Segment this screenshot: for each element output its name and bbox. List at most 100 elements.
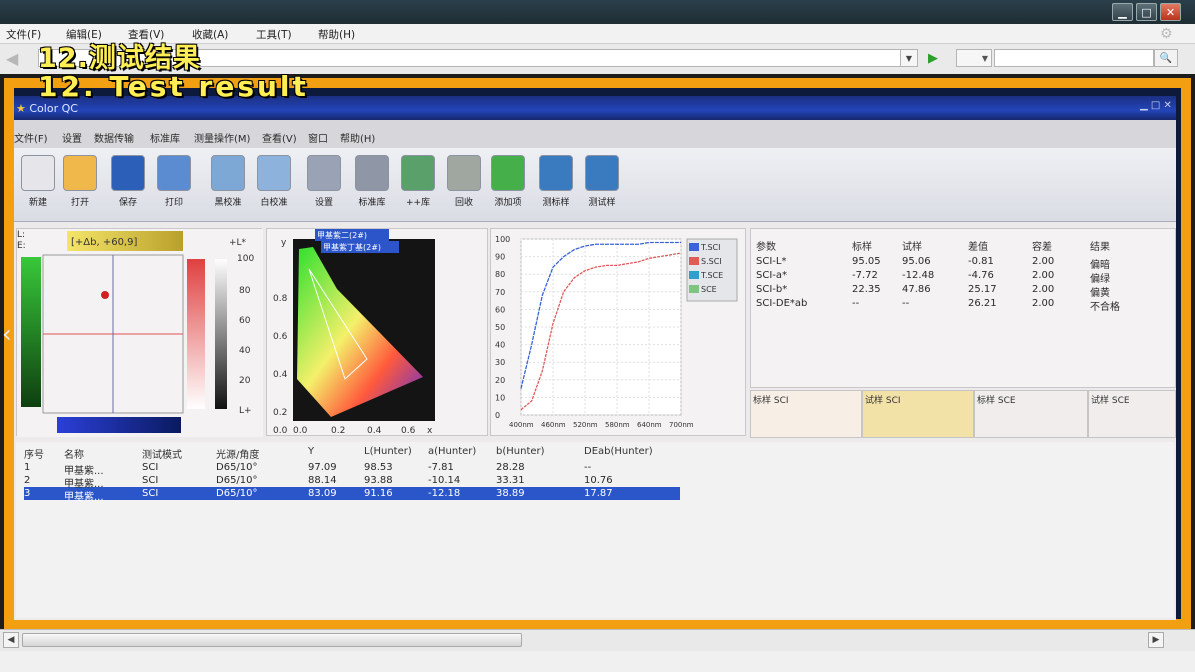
close-button[interactable]: ✕ [1160, 3, 1181, 21]
search-engine-dropdown[interactable]: ▼ [956, 49, 992, 67]
results-cell[interactable]: 1 [24, 462, 30, 473]
app-menu-help[interactable]: 帮助(H) [340, 130, 375, 145]
left-chevron-icon[interactable]: ‹ [2, 320, 12, 348]
results-cell[interactable]: 10.76 [584, 475, 613, 486]
lab-color-panel: [+Δb, +60,9] L: E: +L* 100 80 60 40 20 L… [16, 228, 263, 437]
x-tick-label: 580nm [605, 421, 630, 429]
x-tick-label: 400nm [509, 421, 534, 429]
lab-sample-point [101, 291, 109, 299]
results-cell[interactable]: SCI [142, 475, 158, 486]
results-cell[interactable]: 88.14 [308, 475, 337, 486]
results-cell[interactable]: SCI [142, 488, 158, 499]
diff-cell: 95.05 [852, 256, 881, 267]
results-cell[interactable]: 91.16 [364, 488, 393, 499]
results-cell[interactable]: D65/10° [216, 462, 258, 473]
toolbar-button-8[interactable]: 标准库 [352, 155, 392, 217]
results-cell[interactable]: -- [584, 462, 591, 473]
results-cell[interactable]: 3 [24, 488, 30, 499]
back-arrow-icon[interactable]: ◀ [6, 49, 30, 68]
diff-cell: 22.35 [852, 284, 881, 295]
results-cell[interactable]: -10.14 [428, 475, 460, 486]
diff-cell: 偏黄 [1090, 288, 1110, 299]
toolbar-button-7[interactable]: 设置 [304, 155, 344, 217]
minimize-button[interactable]: ▁ [1112, 3, 1133, 21]
scroll-right-icon[interactable]: ▶ [1148, 632, 1164, 648]
search-icon[interactable]: 🔍 [1154, 49, 1178, 67]
legend-swatch [689, 257, 699, 265]
app-menu-view[interactable]: 查看(V) [262, 130, 297, 145]
toolbar-button-12[interactable]: 测标样 [536, 155, 576, 217]
menu-help[interactable]: 帮助(H) [318, 27, 355, 42]
menu-file[interactable]: 文件(F) [6, 27, 41, 42]
app-menu-measure[interactable]: 测量操作(M) [194, 130, 250, 145]
toolbar-button-11[interactable]: 添加项 [488, 155, 528, 217]
toolbar-button-1[interactable]: 新建 [18, 155, 58, 217]
diff-cell: 2.00 [1032, 284, 1055, 295]
diff-cell: -- [852, 298, 860, 309]
maximize-button[interactable]: □ [1136, 3, 1157, 21]
results-cell[interactable]: 2 [24, 475, 30, 486]
app-menu-transfer[interactable]: 数据传输 [94, 130, 134, 145]
color-swatch: 试样 SCE [1088, 390, 1176, 438]
results-cell[interactable]: 38.89 [496, 488, 525, 499]
lab-scale-60: 60 [239, 316, 251, 326]
toolbar-button-3[interactable]: 保存 [108, 155, 148, 217]
lab-scale-l: L+ [239, 406, 252, 416]
toolbar-button-6[interactable]: 白校准 [254, 155, 294, 217]
caption-english: 12. Test result [38, 70, 309, 103]
menu-tools[interactable]: 工具(T) [256, 27, 292, 42]
results-header: L(Hunter) [364, 446, 412, 457]
toolbar-button-4[interactable]: 打印 [154, 155, 194, 217]
scroll-thumb[interactable] [22, 633, 522, 647]
app-window-controls-icon[interactable]: ▁ □ ✕ [1140, 100, 1172, 111]
app-title-text: Color QC [29, 102, 78, 115]
toolbar-button-5[interactable]: 黑校准 [208, 155, 248, 217]
app-menu-settings[interactable]: 设置 [62, 130, 82, 145]
results-header: b(Hunter) [496, 446, 545, 457]
toolbar-button-10[interactable]: 回收 [444, 155, 484, 217]
y-tick-label: 50 [495, 323, 505, 332]
toolbar-label: 黑校准 [214, 198, 242, 208]
results-cell[interactable]: 28.28 [496, 462, 525, 473]
diff-cell: -4.76 [968, 270, 994, 281]
results-cell[interactable]: 93.88 [364, 475, 393, 486]
save-disk-icon [111, 155, 145, 191]
results-cell[interactable]: -7.81 [428, 462, 454, 473]
results-cell[interactable]: 甲基紫... [64, 488, 104, 503]
app-menu-library[interactable]: 标准库 [150, 130, 180, 145]
results-cell[interactable]: 97.09 [308, 462, 337, 473]
x-tick-label: 640nm [637, 421, 662, 429]
toolbar-button-2[interactable]: 打开 [60, 155, 100, 217]
toolbar-button-13[interactable]: 测试样 [582, 155, 622, 217]
diff-cell: -0.81 [968, 256, 994, 267]
results-cell[interactable]: 83.09 [308, 488, 337, 499]
diff-cell: 偏绿 [1090, 274, 1110, 285]
results-cell[interactable]: 98.53 [364, 462, 393, 473]
lab-top-marker: +L* [229, 238, 247, 248]
diff-header: 容差 [1032, 242, 1052, 253]
results-cell[interactable]: D65/10° [216, 488, 258, 499]
selected-row-highlight[interactable] [24, 487, 680, 500]
lab-plot: [+Δb, +60,9] L: E: +L* 100 80 60 40 20 L… [17, 229, 263, 437]
address-dropdown-icon[interactable]: ▼ [900, 49, 918, 67]
search-input[interactable] [994, 49, 1154, 67]
go-button[interactable]: ▶ [922, 49, 944, 67]
results-cell[interactable]: 17.87 [584, 488, 613, 499]
results-cell[interactable]: SCI [142, 462, 158, 473]
chroma-y-08: 0.8 [273, 294, 288, 304]
measure-sample-icon [585, 155, 619, 191]
gear-icon[interactable]: ⚙ [1160, 26, 1173, 42]
results-cell[interactable]: D65/10° [216, 475, 258, 486]
diff-cell: SCI-DE*ab [756, 298, 808, 309]
toolbar-label: 设置 [314, 198, 333, 208]
results-cell[interactable]: -12.18 [428, 488, 460, 499]
scroll-left-icon[interactable]: ◀ [3, 632, 19, 648]
app-menu-window[interactable]: 窗口 [308, 130, 328, 145]
app-menu-file[interactable]: 文件(F) [14, 130, 48, 145]
results-cell[interactable]: 33.31 [496, 475, 525, 486]
legend-swatch [689, 271, 699, 279]
measure-standard-icon [539, 155, 573, 191]
toolbar-button-9[interactable]: ++库 [398, 155, 438, 217]
y-tick-label: 10 [495, 393, 505, 402]
diff-cell: 2.00 [1032, 298, 1055, 309]
